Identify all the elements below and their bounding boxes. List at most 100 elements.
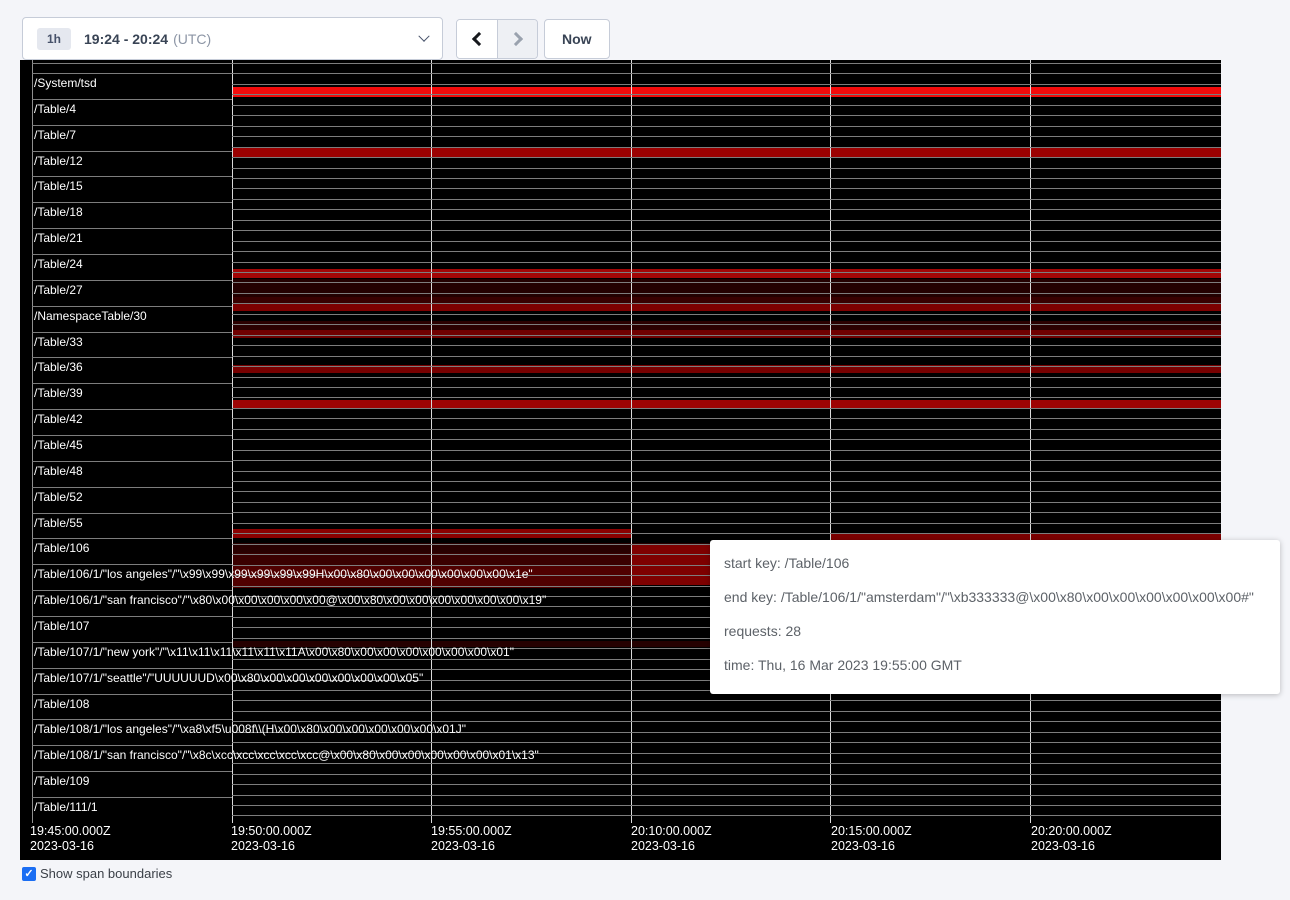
grid-line-horizontal: [232, 815, 1221, 816]
x-axis-label: 19:55:00.000Z2023-03-16: [431, 824, 512, 854]
grid-line-horizontal: [232, 209, 1221, 210]
grid-line-horizontal: [232, 230, 1221, 231]
grid-line-horizontal: [232, 356, 1221, 357]
grid-line-horizontal: [32, 694, 232, 695]
grid-line-horizontal: [32, 745, 232, 746]
row-label: /Table/18: [34, 206, 83, 218]
grid-line-horizontal: [232, 188, 1221, 189]
grid-line-horizontal: [232, 512, 1221, 513]
grid-line-horizontal: [232, 126, 1221, 127]
row-label: /Table/39: [34, 387, 83, 399]
grid-line-horizontal: [232, 450, 1221, 451]
key-visualizer-page: 1h 19:24 - 20:24 (UTC) Now /System/tsd/T…: [0, 0, 1290, 900]
row-label: /Table/108: [34, 698, 89, 710]
grid-line-horizontal: [232, 220, 1221, 221]
row-label: /Table/109: [34, 775, 89, 787]
grid-line-horizontal: [32, 280, 232, 281]
next-time-button[interactable]: [497, 20, 537, 58]
heat-band: [232, 321, 1221, 330]
row-label: /NamespaceTable/30: [34, 310, 147, 322]
grid-line-horizontal: [232, 115, 1221, 116]
row-label: /Table/106/1/"los angeles"/"\x99\x99\x99…: [34, 568, 533, 580]
row-label: /Table/36: [34, 361, 83, 373]
grid-line-horizontal: [32, 409, 232, 410]
x-axis-label: 20:15:00.000Z2023-03-16: [831, 824, 912, 854]
grid-line-horizontal: [232, 282, 1221, 283]
row-label: /Table/48: [34, 465, 83, 477]
grid-line-horizontal: [232, 251, 1221, 252]
grid-line-horizontal: [232, 136, 1221, 137]
grid-line-horizontal: [232, 711, 1221, 712]
x-axis-date: 2023-03-16: [431, 839, 512, 854]
grid-line-horizontal: [232, 795, 1221, 796]
grid-line-horizontal: [232, 293, 1221, 294]
grid-line-horizontal: [232, 523, 1221, 524]
grid-line-horizontal: [232, 784, 1221, 785]
grid-line-horizontal: [32, 642, 232, 643]
grid-line-vertical: [1030, 60, 1031, 823]
x-axis-time: 20:15:00.000Z: [831, 824, 912, 839]
x-axis-label: 20:10:00.000Z2023-03-16: [631, 824, 712, 854]
x-axis-date: 2023-03-16: [831, 839, 912, 854]
grid-line-horizontal: [32, 719, 232, 720]
grid-line-vertical: [830, 60, 831, 823]
span-tooltip: start key: /Table/106 end key: /Table/10…: [710, 540, 1280, 694]
x-axis-date: 2023-03-16: [231, 839, 312, 854]
row-label: /Table/107: [34, 620, 89, 632]
heatmap[interactable]: /System/tsd/Table/4/Table/7/Table/12/Tab…: [20, 60, 1221, 860]
grid-line-vertical: [431, 60, 432, 823]
grid-line-horizontal: [32, 202, 232, 203]
grid-line-horizontal: [232, 303, 1221, 304]
grid-line-horizontal: [32, 668, 232, 669]
grid-line-horizontal: [32, 228, 232, 229]
grid-line-horizontal: [232, 377, 1221, 378]
grid-line-horizontal: [232, 314, 1221, 315]
row-label: /Table/12: [34, 155, 83, 167]
grid-line-horizontal: [232, 199, 1221, 200]
prev-time-button[interactable]: [457, 20, 497, 58]
grid-line-horizontal: [32, 151, 232, 152]
grid-line-horizontal: [232, 774, 1221, 775]
x-axis-time: 19:55:00.000Z: [431, 824, 512, 839]
chevron-down-icon: [418, 30, 429, 41]
x-axis-label: 19:50:00.000Z2023-03-16: [231, 824, 312, 854]
time-range-select[interactable]: 1h 19:24 - 20:24 (UTC): [22, 17, 443, 60]
grid-line-horizontal: [32, 513, 232, 514]
heat-band: [232, 87, 1221, 97]
grid-line-horizontal: [232, 73, 1221, 74]
grid-line-horizontal: [232, 387, 1221, 388]
grid-line-horizontal: [232, 63, 1221, 64]
chevron-right-icon: [508, 32, 522, 46]
grid-line-horizontal: [32, 616, 232, 617]
row-label: /Table/108/1/"los angeles"/"\xa8\xf5\u00…: [34, 723, 466, 735]
now-button[interactable]: Now: [544, 19, 610, 59]
row-label: /Table/27: [34, 284, 83, 296]
timezone-label: (UTC): [173, 31, 211, 47]
row-label: /Table/45: [34, 439, 83, 451]
row-label: /Table/108/1/"san francisco"/"\x8c\xcc\x…: [34, 749, 539, 761]
grid-line-horizontal: [232, 805, 1221, 806]
show-span-boundaries-checkbox[interactable]: ✓: [22, 867, 36, 881]
grid-line-horizontal: [232, 460, 1221, 461]
grid-line-horizontal: [232, 241, 1221, 242]
grid-line-horizontal: [32, 176, 232, 177]
chevron-left-icon: [472, 32, 486, 46]
row-label: /Table/106/1/"san francisco"/"\x80\x00\x…: [34, 594, 546, 606]
row-label: /Table/107/1/"new york"/"\x11\x11\x11\x1…: [34, 646, 514, 658]
x-axis-label: 20:20:00.000Z2023-03-16: [1031, 824, 1112, 854]
grid-line-horizontal: [232, 178, 1221, 179]
grid-line-horizontal: [232, 366, 1221, 367]
tooltip-end-key: end key: /Table/106/1/"amsterdam"/"\xb33…: [724, 580, 1280, 614]
grid-line-horizontal: [232, 408, 1221, 409]
x-axis-date: 2023-03-16: [631, 839, 712, 854]
grid-line-horizontal: [32, 771, 232, 772]
grid-line-horizontal: [32, 306, 232, 307]
grid-line-vertical: [631, 60, 632, 823]
grid-line-horizontal: [32, 538, 232, 539]
grid-line-vertical: [32, 60, 33, 823]
row-label: /Table/7: [34, 129, 76, 141]
grid-line-horizontal: [232, 84, 1221, 85]
grid-line-horizontal: [32, 487, 232, 488]
grid-line-horizontal: [232, 439, 1221, 440]
grid-line-horizontal: [32, 254, 232, 255]
